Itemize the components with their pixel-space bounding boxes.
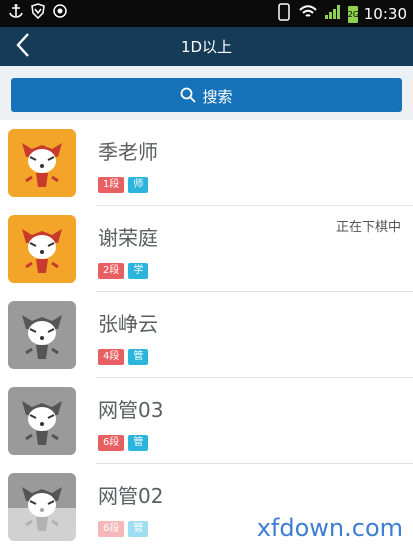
list-item[interactable]: 谢荣庭 2段 学 正在下棋中 [0, 206, 413, 292]
mascot-icon [22, 315, 62, 359]
page-title: 1D以上 [180, 38, 233, 56]
search-icon [180, 87, 197, 107]
player-name: 网管02 [98, 484, 164, 508]
avatar [8, 129, 76, 197]
anchor-icon [8, 3, 24, 23]
avatar [8, 387, 76, 455]
title-bar: 1D以上 [0, 27, 413, 66]
shield-icon [30, 3, 46, 23]
avatar [8, 301, 76, 369]
sync-icon [52, 3, 68, 23]
phone-rotate-icon [276, 3, 292, 25]
mascot-icon [22, 143, 62, 187]
list-item[interactable]: 张峥云 4段 管 [0, 292, 413, 378]
player-name: 网管03 [98, 398, 164, 422]
player-list: 季老师 1段 师 谢荣庭 2段 学 正在下棋中 张峥云 4段 管 网管03 6段… [0, 120, 413, 550]
rank-badge: 2段 [98, 263, 125, 279]
list-item[interactable]: 季老师 1段 师 [0, 120, 413, 206]
player-name: 谢荣庭 [98, 226, 158, 250]
rank-badge: 4段 [98, 349, 125, 365]
role-badge: 管 [128, 349, 149, 365]
rank-badge: 1段 [98, 177, 125, 193]
role-badge: 师 [128, 177, 149, 193]
signal-icon [324, 4, 342, 24]
search-button[interactable]: 搜索 [11, 78, 402, 112]
player-name: 季老师 [98, 140, 158, 164]
playing-status: 正在下棋中 [335, 220, 401, 235]
search-label: 搜索 [202, 88, 233, 106]
search-area: 搜索 [0, 66, 413, 120]
mascot-icon [22, 229, 62, 273]
role-badge: 管 [128, 435, 149, 451]
clock: 10:30 [363, 5, 407, 23]
list-item[interactable]: 网管03 6段 管 [0, 378, 413, 464]
status-bar: 2G 10:30 [0, 0, 413, 27]
battery-icon: 2G [347, 5, 359, 23]
avatar [8, 215, 76, 283]
rank-badge: 6段 [98, 435, 125, 451]
player-name: 张峥云 [98, 312, 158, 336]
wifi-icon [298, 4, 318, 24]
mascot-icon [22, 401, 62, 445]
role-badge: 学 [128, 263, 149, 279]
watermark-overlay: xfdown.com [0, 508, 413, 550]
watermark-text: xfdown.com [256, 514, 403, 542]
